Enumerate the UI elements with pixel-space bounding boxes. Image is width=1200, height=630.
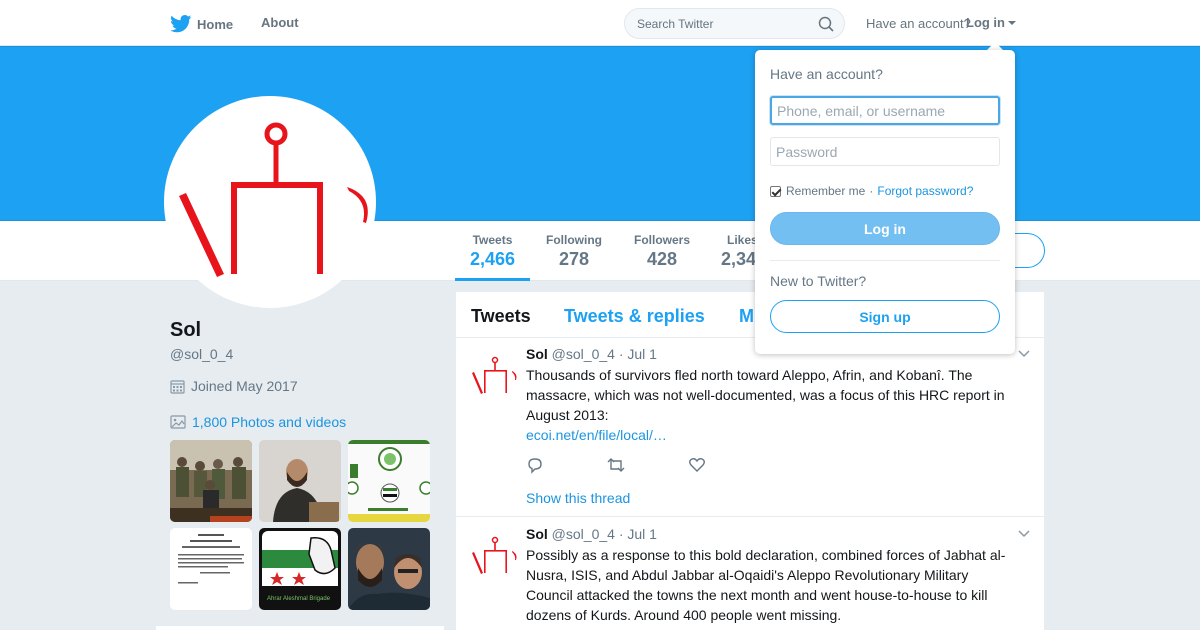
heart-icon[interactable] [688, 456, 706, 474]
nav-home-label: Home [197, 16, 234, 32]
profile-handle[interactable]: @sol_0_4 [170, 346, 233, 362]
tweet-avatar[interactable] [470, 350, 518, 398]
left-card-edge [156, 626, 444, 630]
tweet-date[interactable]: · Jul 1 [619, 346, 657, 362]
signup-button[interactable]: Sign up [770, 300, 1000, 333]
photo-thumbnail-5[interactable]: Ahrar Aleshmal Brigade [259, 528, 341, 610]
calendar-icon [170, 379, 185, 394]
tweet-text: Thousands of survivors fled north toward… [526, 365, 1016, 445]
chevron-down-icon[interactable] [1018, 350, 1030, 358]
selfie-photo-image [348, 528, 430, 610]
password-input[interactable] [770, 137, 1000, 166]
caret-down-icon [1008, 20, 1016, 25]
photo-thumbnail-6[interactable] [348, 528, 430, 610]
stat-value: 2,466 [469, 249, 516, 269]
remember-me-label[interactable]: Remember me [786, 184, 865, 198]
search-icon[interactable] [818, 16, 834, 32]
remember-row: Remember me · Forgot password? [770, 184, 973, 198]
joined-date: Joined May 2017 [170, 378, 298, 394]
tweet-body: Thousands of survivors fled north toward… [526, 367, 1005, 423]
twitter-bird-icon [170, 15, 192, 33]
dropdown-divider [770, 260, 1000, 261]
tweet-header: Sol @sol_0_4 · Jul 1 [526, 346, 657, 362]
tab-tweets[interactable]: Tweets [471, 306, 531, 327]
dropdown-title: Have an account? [770, 66, 883, 82]
profile-avatar[interactable] [164, 96, 376, 308]
login-toggle-label: Log in [966, 15, 1005, 30]
photo-thumbnail-4[interactable] [170, 528, 252, 610]
tweet-link[interactable]: ecoi.net/en/file/local/… [526, 427, 667, 443]
text-document-image [170, 528, 252, 610]
username-input[interactable] [770, 96, 1000, 125]
joined-text: Joined May 2017 [191, 378, 298, 394]
photo-thumbnail-2[interactable] [259, 440, 341, 522]
tweet-avatar[interactable] [470, 530, 518, 578]
stat-label: Tweets [472, 233, 513, 247]
reply-icon[interactable] [526, 456, 544, 474]
tweet-date[interactable]: · Jul 1 [619, 526, 657, 542]
stat-value: 278 [558, 249, 590, 269]
tweet-item[interactable]: Sol @sol_0_4 · Jul 1 Thousands of surviv… [456, 338, 1044, 517]
photo-thumbnail-3[interactable] [348, 440, 430, 522]
nav-home[interactable]: Home [170, 15, 233, 33]
tweet-header: Sol @sol_0_4 · Jul 1 [526, 526, 657, 542]
tweet-author-name[interactable]: Sol [526, 346, 548, 362]
stat-value: 428 [646, 249, 678, 269]
top-navigation: Home About Search Twitter Have an accoun… [0, 0, 1200, 46]
tweet-author-name[interactable]: Sol [526, 526, 548, 542]
group-photo-image [170, 440, 252, 522]
tweet-text: Possibly as a response to this bold decl… [526, 547, 1006, 623]
nav-about[interactable]: About [261, 15, 299, 30]
photos-videos-label: 1,800 Photos and videos [192, 414, 347, 430]
logos-document-image [348, 440, 430, 522]
tweet-author-handle[interactable]: @sol_0_4 [552, 526, 615, 542]
profile-name[interactable]: Sol [170, 319, 201, 342]
separator-dot: · [869, 184, 874, 198]
photos-videos-link[interactable]: 1,800 Photos and videos [170, 414, 346, 430]
retweet-icon[interactable] [606, 456, 626, 474]
login-dropdown: Have an account? Remember me · Forgot pa… [755, 50, 1015, 354]
stat-following[interactable]: Following 278 [540, 233, 608, 270]
chevron-down-icon[interactable] [1018, 530, 1030, 538]
stat-tweets[interactable]: Tweets 2,466 [455, 233, 530, 281]
photo-thumbnail-1[interactable] [170, 440, 252, 522]
tab-tweets-replies[interactable]: Tweets & replies [564, 306, 705, 327]
show-thread-link[interactable]: Show this thread [526, 490, 630, 506]
photo-icon [170, 415, 186, 429]
tab-media[interactable]: M [739, 306, 754, 327]
flag-logo-image: Ahrar Aleshmal Brigade [259, 528, 341, 610]
have-account-text: Have an account? [866, 16, 971, 31]
stat-followers[interactable]: Followers 428 [628, 233, 696, 270]
new-to-twitter-text: New to Twitter? [770, 273, 867, 289]
tweet-author-handle[interactable]: @sol_0_4 [552, 346, 615, 362]
login-toggle[interactable]: Log in [966, 15, 1016, 30]
search-input[interactable]: Search Twitter [637, 17, 713, 31]
stat-label: Following [546, 233, 602, 247]
forgot-password-link[interactable]: Forgot password? [877, 184, 973, 198]
tweet-item[interactable]: Sol @sol_0_4 · Jul 1 Possibly as a respo… [456, 518, 1044, 630]
search-box[interactable]: Search Twitter [624, 8, 845, 39]
remember-me-checkbox[interactable] [770, 185, 781, 197]
flag-caption: Ahrar Aleshmal Brigade [267, 596, 331, 602]
stat-label: Followers [633, 233, 690, 247]
profile-logo-icon [179, 122, 368, 277]
tweet-actions [526, 456, 768, 474]
login-button[interactable]: Log in [770, 212, 1000, 245]
portrait-photo-image [259, 440, 341, 522]
